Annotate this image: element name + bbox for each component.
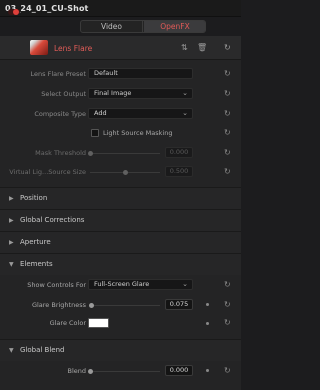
composite-type-value: Add — [94, 109, 107, 117]
composite-type-dropdown[interactable]: Add ⌄ — [88, 108, 193, 119]
composite-type-label: Composite Type — [34, 110, 86, 118]
chevron-down-icon: ⌄ — [182, 280, 188, 288]
glare-brightness-label: Glare Brightness — [31, 301, 86, 309]
reset-icon[interactable]: ↻ — [224, 301, 231, 309]
toggle-knob — [13, 9, 19, 15]
blend-value[interactable]: 0.000 — [165, 365, 193, 376]
glare-color-swatch[interactable] — [88, 318, 109, 328]
mask-threshold-knob[interactable] — [88, 151, 93, 156]
select-output-label: Select Output — [41, 90, 86, 98]
section-elements[interactable]: ▼ Elements — [0, 253, 241, 275]
chevron-down-icon: ▼ — [9, 347, 14, 354]
section-global-blend[interactable]: ▼ Global Blend — [0, 339, 241, 361]
section-title: Elements — [20, 260, 53, 268]
reset-icon[interactable]: ↻ — [224, 110, 231, 118]
tab-openfx[interactable]: OpenFX — [144, 21, 205, 32]
section-title: Global Blend — [20, 346, 65, 354]
chevron-right-icon: ▶ — [9, 195, 14, 202]
reset-icon[interactable]: ↻ — [224, 44, 231, 52]
reset-icon[interactable]: ↻ — [224, 70, 231, 78]
show-controls-dropdown[interactable]: Full-Screen Glare ⌄ — [88, 279, 193, 290]
preset-dropdown[interactable]: Default — [88, 68, 193, 79]
glare-brightness-knob[interactable] — [89, 303, 94, 308]
reset-icon[interactable]: ↻ — [224, 90, 231, 98]
select-output-dropdown[interactable]: Final Image ⌄ — [88, 88, 193, 99]
glare-color-label: Glare Color — [49, 319, 86, 327]
chevron-down-icon: ⌄ — [182, 109, 188, 117]
trash-icon[interactable]: 🗑 — [197, 44, 207, 52]
virtual-light-source-size-label: Virtual Lig...Source Size — [9, 168, 86, 176]
section-title: Aperture — [20, 238, 51, 246]
light-source-masking-label: Light Source Masking — [103, 129, 173, 137]
mode-tabs: Video OpenFX — [80, 20, 206, 33]
reset-icon[interactable]: ↻ — [224, 281, 231, 289]
select-output-value: Final Image — [94, 89, 132, 97]
preset-label: Lens Flare Preset — [30, 70, 86, 78]
glare-brightness-slider[interactable] — [90, 305, 160, 306]
light-source-masking-checkbox[interactable] — [91, 129, 99, 137]
blend-knob[interactable] — [88, 369, 93, 374]
chevron-right-icon: ▶ — [9, 217, 14, 224]
effect-name: Lens Flare — [54, 44, 93, 53]
effect-thumbnail — [30, 40, 48, 55]
virtual-light-knob[interactable] — [123, 170, 128, 175]
reset-icon[interactable]: ↻ — [224, 129, 231, 137]
mask-threshold-value[interactable]: 0.000 — [165, 147, 193, 158]
section-title: Position — [20, 194, 48, 202]
preset-value: Default — [94, 69, 118, 77]
chevron-down-icon: ▼ — [9, 261, 14, 268]
blend-slider[interactable] — [90, 371, 160, 372]
keyframe-dot-icon[interactable] — [206, 369, 209, 372]
clip-title-bar: 03_24_01_CU-Shot — [0, 0, 241, 17]
keyframe-dot-icon[interactable] — [206, 303, 209, 306]
section-title: Global Corrections — [20, 216, 85, 224]
keyframe-dot-icon[interactable] — [206, 322, 209, 325]
tab-video[interactable]: Video — [81, 21, 143, 32]
section-aperture[interactable]: ▶ Aperture — [0, 231, 241, 253]
mask-threshold-slider[interactable] — [90, 153, 160, 154]
blend-label: Blend — [67, 367, 86, 375]
show-controls-label: Show Controls For — [27, 281, 86, 289]
reset-icon[interactable]: ↻ — [224, 319, 231, 327]
reset-icon[interactable]: ↻ — [224, 168, 231, 176]
reset-icon[interactable]: ↻ — [224, 149, 231, 157]
show-controls-value: Full-Screen Glare — [94, 280, 150, 288]
section-global-corrections[interactable]: ▶ Global Corrections — [0, 209, 241, 231]
chevron-right-icon: ▶ — [9, 239, 14, 246]
glare-brightness-value[interactable]: 0.075 — [165, 299, 193, 310]
section-position[interactable]: ▶ Position — [0, 187, 241, 209]
mask-threshold-label: Mask Threshold — [35, 149, 86, 157]
reset-icon[interactable]: ↻ — [224, 367, 231, 375]
reorder-arrows-icon[interactable]: ⇅ — [181, 44, 188, 52]
chevron-down-icon: ⌄ — [182, 89, 188, 97]
virtual-light-value[interactable]: 0.500 — [165, 166, 193, 177]
